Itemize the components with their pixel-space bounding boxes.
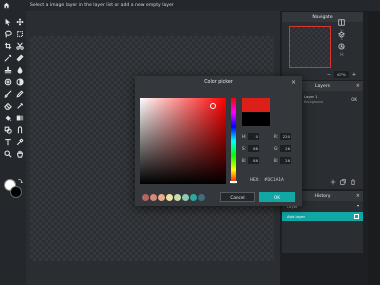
top-bar: Select a image layer in the layer list o… xyxy=(0,0,380,11)
brush-icon[interactable] xyxy=(2,89,13,99)
hex-label: HEX: xyxy=(250,177,260,182)
navigate-title: Navigate xyxy=(312,14,333,20)
blue-input[interactable]: 26 xyxy=(280,156,291,164)
hue-slider[interactable] xyxy=(231,98,236,184)
text-icon[interactable] xyxy=(2,137,13,147)
duplicate-layer-icon[interactable] xyxy=(339,178,346,185)
nav-h-label: H: xyxy=(340,52,345,57)
settings-icon[interactable] xyxy=(2,77,13,87)
blur-icon[interactable] xyxy=(14,77,25,87)
layers-stack-icon[interactable] xyxy=(336,29,347,39)
preset-swatch[interactable] xyxy=(166,194,173,201)
history-item-active[interactable]: Add layer xyxy=(282,212,363,221)
preset-swatch[interactable] xyxy=(142,194,149,201)
brightness-input[interactable]: 86 xyxy=(248,156,259,164)
red-input[interactable]: 220 xyxy=(280,132,291,140)
new-color-swatch xyxy=(242,98,270,112)
home-icon[interactable] xyxy=(0,0,12,11)
brightness-field: B: 86 xyxy=(242,156,259,164)
gradient-icon[interactable] xyxy=(14,113,25,123)
smudge-icon[interactable] xyxy=(14,101,25,111)
layers-title: Layers xyxy=(315,83,330,89)
old-color-swatch xyxy=(242,112,270,126)
swap-colors-icon[interactable] xyxy=(17,178,23,184)
close-icon[interactable]: × xyxy=(356,83,360,89)
pencil-icon[interactable] xyxy=(14,89,25,99)
select-arrow-icon[interactable] xyxy=(2,17,13,27)
selection-icon[interactable] xyxy=(14,29,25,39)
add-layer-icon[interactable] xyxy=(329,178,336,185)
history-title: History xyxy=(314,193,331,199)
scissors-icon[interactable] xyxy=(14,41,25,51)
zoom-icon[interactable] xyxy=(2,149,13,159)
eraser-icon[interactable] xyxy=(2,101,13,111)
zoom-out-button[interactable]: − xyxy=(326,72,332,78)
lasso-icon[interactable] xyxy=(2,29,13,39)
history-checkbox-icon xyxy=(354,214,359,219)
heal-icon[interactable] xyxy=(14,53,25,63)
preset-swatch[interactable] xyxy=(198,194,205,201)
layer-subtitle: Background xyxy=(304,100,324,104)
zoom-value[interactable]: 67% xyxy=(334,71,349,78)
layer-visibility-toggle[interactable]: OK xyxy=(351,97,357,102)
preset-swatch[interactable] xyxy=(174,194,181,201)
photo-editor-app: Select a image layer in the layer list o… xyxy=(0,0,380,285)
eyedropper-icon[interactable] xyxy=(14,137,25,147)
preset-swatch[interactable] xyxy=(150,194,157,201)
tool-bar xyxy=(0,11,26,285)
close-icon[interactable]: × xyxy=(291,79,296,86)
zoom-in-button[interactable]: + xyxy=(351,72,357,78)
hint-text: Select a image layer in the layer list o… xyxy=(30,3,174,8)
hue-marker[interactable] xyxy=(230,181,237,183)
preset-swatches xyxy=(142,194,205,201)
hue-input[interactable]: 0 xyxy=(248,132,259,140)
collapse-icon[interactable] xyxy=(336,17,347,27)
dodge-icon[interactable] xyxy=(14,125,25,135)
preset-swatch[interactable] xyxy=(158,194,165,201)
blue-field: B: 26 xyxy=(274,156,291,164)
saturation-field: S: 88 xyxy=(242,144,259,152)
saturation-value-area[interactable] xyxy=(140,98,226,184)
zoom-controls: − 67% + xyxy=(326,71,357,78)
color-cursor[interactable] xyxy=(210,103,216,109)
hex-input[interactable]: #DC1A1A xyxy=(264,177,284,182)
history-marker-icon: ▾ xyxy=(356,203,359,208)
shape-icon[interactable] xyxy=(2,125,13,135)
vertical-ruler xyxy=(368,11,380,285)
navigate-panel-header: Navigate xyxy=(282,12,363,22)
green-input[interactable]: 26 xyxy=(280,144,291,152)
preset-swatch[interactable] xyxy=(190,194,197,201)
delete-layer-icon[interactable] xyxy=(349,178,356,185)
color-picker-dialog: Color picker × H: 0 R: 220 S: 88 G: 26 B… xyxy=(135,76,302,206)
layer-name: Layer 1 xyxy=(304,95,318,99)
layer-tools xyxy=(329,178,356,185)
preset-swatch[interactable] xyxy=(182,194,189,201)
saturation-input[interactable]: 88 xyxy=(248,144,259,152)
cancel-button[interactable]: Cancel xyxy=(220,192,255,202)
stamp-icon[interactable] xyxy=(2,65,13,75)
move-icon[interactable] xyxy=(14,17,25,27)
magic-wand-icon[interactable] xyxy=(2,53,13,63)
crop-icon[interactable] xyxy=(2,41,13,51)
navigator-preview[interactable] xyxy=(289,26,331,68)
dialog-title: Color picker xyxy=(204,80,233,85)
green-field: G: 26 xyxy=(274,144,291,152)
close-icon[interactable]: × xyxy=(356,193,360,199)
red-field: R: 220 xyxy=(274,132,291,140)
hue-field: H: 0 xyxy=(242,132,259,140)
ok-button[interactable]: OK xyxy=(259,192,295,202)
fill-icon[interactable] xyxy=(2,113,13,123)
history-item-label: Add layer xyxy=(287,214,306,219)
hand-icon[interactable] xyxy=(14,149,25,159)
history-clock-icon[interactable] xyxy=(336,41,347,51)
background-color-swatch[interactable] xyxy=(10,186,22,198)
navigate-panel: Navigate X: Y: W: H: − 67% + xyxy=(282,12,363,80)
drop-icon[interactable] xyxy=(14,65,25,75)
